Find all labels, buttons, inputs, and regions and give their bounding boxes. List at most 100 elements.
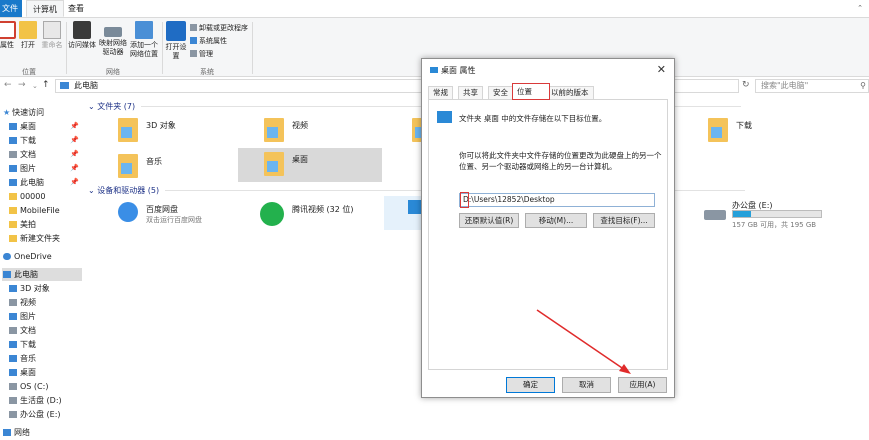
manage-button[interactable]: 管理: [190, 50, 213, 59]
pin-icon: 📌: [70, 164, 79, 172]
tab-security[interactable]: 安全: [488, 86, 513, 99]
uninstall-programs-button[interactable]: 卸载或更改程序: [190, 24, 248, 33]
sidebar-item-downloads[interactable]: 下载 📌: [9, 134, 81, 147]
desktop-properties-dialog: 桌面 属性 ✕ 常规 共享 安全 位置 以前的版本 文件夹 桌面 中的文件存储在…: [421, 58, 675, 398]
sidebar-item-this-pc[interactable]: 此电脑: [2, 268, 82, 281]
desktop-icon: [9, 123, 17, 130]
refresh-icon[interactable]: ↻: [742, 80, 750, 90]
move-button[interactable]: 移动(M)...: [525, 213, 587, 228]
device-os-c[interactable]: [384, 196, 424, 230]
folder-videos[interactable]: 视频: [230, 114, 374, 148]
sidebar-item-drive-e[interactable]: 办公盘 (E:): [9, 408, 89, 421]
folder-icon: [264, 118, 284, 142]
tab-general[interactable]: 常规: [428, 86, 453, 99]
system-properties-button[interactable]: 系统属性: [190, 37, 227, 46]
folder-icon: [708, 118, 728, 142]
pin-icon: 📌: [70, 178, 79, 186]
folder-3d-objects[interactable]: 3D 对象: [84, 114, 228, 148]
ribbon-collapse-icon[interactable]: ⌃: [857, 4, 863, 12]
folder-music[interactable]: 音乐: [84, 150, 228, 184]
sidebar-item-desktop-pc[interactable]: 桌面: [9, 366, 89, 379]
tab-computer[interactable]: 计算机: [26, 0, 64, 17]
desktop-icon: [9, 369, 17, 376]
restore-default-button[interactable]: 还原默认值(R): [459, 213, 519, 228]
up-arrow-icon[interactable]: ↑: [42, 80, 50, 90]
desktop-icon: [430, 67, 438, 73]
sidebar-item-desktop[interactable]: 桌面 📌: [9, 120, 81, 133]
navigation-pane: ★ 快速访问 桌面 📌 下载 📌 文档 📌 图片 📌 此电脑 📌 00000 MobileF…: [0, 102, 82, 440]
folder-icon: [9, 235, 17, 242]
tab-file[interactable]: 文件: [0, 0, 22, 17]
tab-sharing[interactable]: 共享: [458, 86, 483, 99]
sidebar-item-mobilefile[interactable]: MobileFile: [9, 204, 89, 217]
sidebar-item-videos[interactable]: 视频: [9, 296, 89, 309]
sidebar-item-documents-pc[interactable]: 文档: [9, 324, 89, 337]
open-icon: [19, 21, 37, 39]
device-drive-e[interactable]: 办公盘 (E:) 157 GB 可用，共 195 GB: [684, 198, 864, 232]
sidebar-item-meipai[interactable]: 美拍: [9, 218, 89, 231]
ribbon-tabs: 文件 计算机 查看 ⌃: [0, 0, 869, 17]
folder-desktop[interactable]: 桌面: [238, 148, 382, 182]
sidebar-item-onedrive[interactable]: OneDrive: [3, 250, 83, 263]
sidebar-item-pictures-pc[interactable]: 图片: [9, 310, 89, 323]
pc-icon: [60, 82, 69, 89]
location-description: 你可以将此文件夹中文件存储的位置更改为此硬盘上的另一个位置、另一个驱动器或网络上…: [459, 151, 662, 171]
sidebar-item-00000[interactable]: 00000: [9, 190, 89, 203]
add-network-location-button[interactable]: 添加一个网络位置: [128, 21, 160, 59]
tab-previous-versions[interactable]: 以前的版本: [546, 86, 594, 99]
folder-downloads[interactable]: 下载: [674, 114, 818, 148]
rename-button[interactable]: 重命名: [40, 21, 64, 50]
document-icon: [9, 327, 17, 334]
open-button[interactable]: 打开: [18, 21, 38, 50]
open-settings-button[interactable]: 打开设置: [164, 21, 188, 61]
dialog-tabs: 常规 共享 安全 位置 以前的版本: [428, 83, 668, 100]
sidebar-item-network[interactable]: 网络: [3, 426, 83, 439]
sidebar-item-documents[interactable]: 文档 📌: [9, 148, 81, 161]
map-drive-button[interactable]: 映射网络驱动器: [98, 21, 128, 57]
sidebar-item-this-pc-pinned[interactable]: 此电脑 📌: [9, 176, 81, 189]
search-icon: ⚲: [860, 81, 866, 90]
ribbon-separator: [66, 22, 67, 74]
find-target-button[interactable]: 查找目标(F)...: [593, 213, 655, 228]
sidebar-item-3d-objects[interactable]: 3D 对象: [9, 282, 89, 295]
sidebar-item-quick-access[interactable]: ★ 快速访问: [3, 106, 83, 119]
properties-button[interactable]: 属性: [0, 21, 16, 50]
sidebar-item-drive-c[interactable]: OS (C:): [9, 380, 89, 393]
ribbon-separator: [162, 22, 163, 74]
play-icon: [260, 202, 284, 226]
sidebar-item-drive-d[interactable]: 生活盘 (D:): [9, 394, 89, 407]
sidebar-item-pictures[interactable]: 图片 📌: [9, 162, 81, 175]
sidebar-item-downloads-pc[interactable]: 下载: [9, 338, 89, 351]
sidebar-item-music[interactable]: 音乐: [9, 352, 89, 365]
close-icon[interactable]: ✕: [657, 63, 666, 76]
apply-button[interactable]: 应用(A): [618, 377, 667, 393]
pin-icon: 📌: [70, 150, 79, 158]
tab-location[interactable]: 位置: [512, 83, 550, 100]
recent-chevron-down-icon[interactable]: ⌄: [32, 82, 38, 90]
back-arrow-icon[interactable]: ←: [4, 80, 12, 90]
download-icon: [9, 137, 17, 144]
search-input[interactable]: 搜索"此电脑" ⚲: [755, 79, 869, 93]
manage-icon: [190, 50, 197, 57]
drive-icon: [9, 397, 17, 404]
tab-view[interactable]: 查看: [62, 0, 90, 17]
address-path: 此电脑: [74, 81, 98, 90]
cloud-icon: [118, 202, 138, 222]
folder-icon: [9, 193, 17, 200]
location-path-input[interactable]: D:\Users\12852\Desktop: [459, 192, 655, 208]
network-location-icon: [135, 21, 153, 39]
drive-usage-bar: [732, 210, 822, 218]
device-tencent-video[interactable]: 腾讯视频 (32 位): [230, 198, 374, 232]
target-location-text: 文件夹 桌面 中的文件存储在以下目标位置。: [459, 114, 607, 123]
system-properties-icon: [190, 37, 197, 44]
folder-icon: [437, 111, 452, 123]
ok-button[interactable]: 确定: [506, 377, 555, 393]
device-baidu-netdisk[interactable]: 百度网盘 双击运行百度网盘: [84, 198, 228, 232]
picture-icon: [9, 313, 17, 320]
cancel-button[interactable]: 取消: [562, 377, 611, 393]
forward-arrow-icon[interactable]: →: [18, 80, 26, 90]
media-icon: [73, 21, 91, 39]
access-media-button[interactable]: 访问媒体: [68, 21, 96, 50]
sidebar-item-new-folder[interactable]: 新建文件夹: [9, 232, 89, 245]
pc-icon: [9, 179, 17, 186]
